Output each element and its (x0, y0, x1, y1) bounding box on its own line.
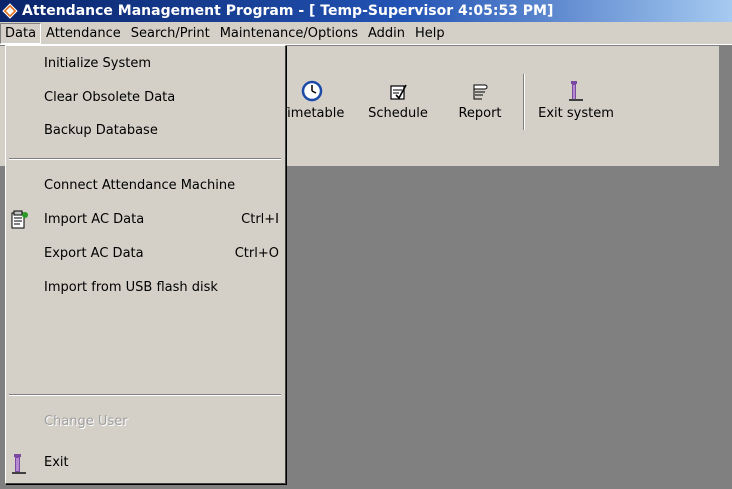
menu-item-import-ac-data[interactable]: Import AC Data Ctrl+I (6, 208, 285, 232)
exit-system-label: Exit system (538, 106, 614, 121)
menu-separator (9, 394, 281, 396)
menu-attendance[interactable]: Attendance (41, 24, 126, 43)
menu-item-connect-attendance-machine[interactable]: Connect Attendance Machine (6, 174, 285, 198)
menu-maintenance-options[interactable]: Maintenance/Options (215, 24, 363, 43)
menu-item-export-ac-data[interactable]: Export AC Data Ctrl+O (6, 242, 285, 266)
menu-item-shortcut: Ctrl+I (241, 212, 279, 227)
menu-search-print[interactable]: Search/Print (126, 24, 215, 43)
menu-item-import-from-usb[interactable]: Import from USB flash disk (6, 276, 285, 300)
app-diamond-icon (2, 3, 18, 19)
title-bar: Attendance Management Program - [ Temp-S… (0, 0, 732, 22)
schedule-label: Schedule (368, 106, 428, 121)
menu-item-exit[interactable]: Exit (6, 451, 285, 475)
menu-item-label: Change User (44, 414, 128, 429)
menu-item-label: Import AC Data (44, 212, 145, 227)
exit-system-button[interactable]: Exit system (532, 76, 620, 121)
toolbar-separator (523, 74, 525, 130)
window-title: Attendance Management Program - [ Temp-S… (22, 3, 554, 19)
menu-item-backup-database[interactable]: Backup Database (6, 119, 285, 143)
menu-item-label: Connect Attendance Machine (44, 178, 236, 193)
menu-item-shortcut: Ctrl+O (234, 246, 279, 261)
menu-bar: Data Attendance Search/Print Maintenance… (0, 22, 732, 45)
window-edge (720, 46, 732, 168)
data-menu-dropdown: Initialize System Clear Obsolete Data Ba… (5, 45, 286, 484)
menu-item-label: Export AC Data (44, 246, 144, 261)
schedule-icon (360, 76, 436, 102)
menu-item-label: Clear Obsolete Data (44, 90, 176, 105)
menu-separator (9, 158, 281, 160)
exit-door-icon (532, 76, 620, 102)
menu-item-label: Import from USB flash disk (44, 280, 218, 295)
menu-addin[interactable]: Addin (363, 24, 410, 43)
menu-item-label: Backup Database (44, 123, 158, 138)
menu-item-clear-obsolete-data[interactable]: Clear Obsolete Data (6, 86, 285, 110)
report-label: Report (458, 106, 502, 121)
menu-item-change-user: Change User (6, 410, 285, 434)
report-icon (446, 76, 514, 102)
menu-item-label: Initialize System (44, 56, 152, 71)
menu-help[interactable]: Help (410, 24, 450, 43)
exit-door-icon (10, 453, 30, 474)
menu-item-initialize-system[interactable]: Initialize System (6, 52, 285, 76)
menu-item-label: Exit (44, 455, 69, 470)
import-data-icon (10, 210, 30, 230)
schedule-button[interactable]: Schedule (360, 76, 436, 121)
menu-data[interactable]: Data (0, 22, 42, 44)
report-button[interactable]: Report (446, 76, 514, 121)
